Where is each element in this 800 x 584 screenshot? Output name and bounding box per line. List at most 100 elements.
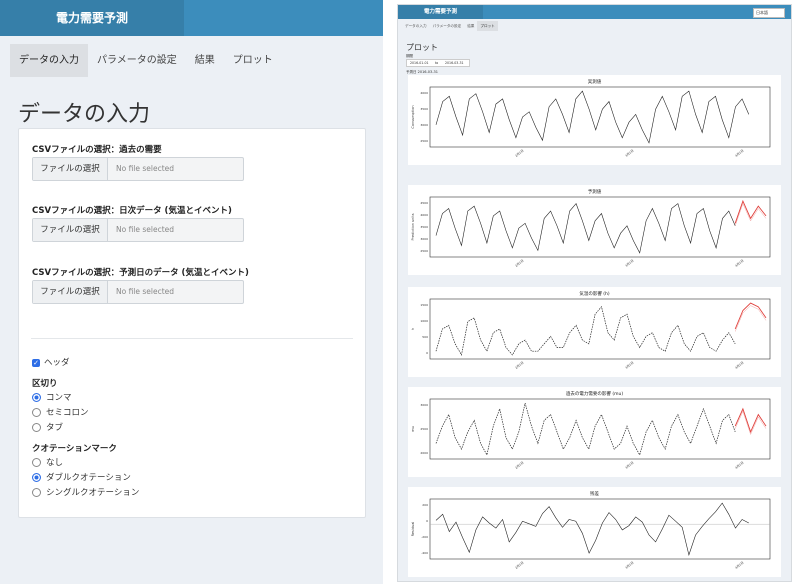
chart-panel: 過去の電力需要の影響 (mu) mu 3000 2500 2000 2月1日 3月1日 4月1… [408, 387, 781, 477]
x-tick-label: 2月1日 [514, 461, 524, 470]
y-tick-label: 4500 [420, 201, 428, 205]
separator-label: 区切り [32, 379, 58, 389]
x-tick-label: 2月1日 [514, 361, 524, 370]
chart-panel: 気温の影響 (h) h 1500 1000 500 0 2月1日 3月1日 4月1日 [408, 287, 781, 377]
x-tick-label: 3月1日 [624, 149, 634, 158]
file-input-past-demand[interactable]: ファイルの選択 No file selected [32, 157, 244, 181]
y-tick-label: 3500 [420, 225, 428, 229]
y-tick-label: 4000 [420, 213, 428, 217]
axis-ylabel: h [411, 328, 415, 330]
chart-svg: 過去の電力需要の影響 (mu) mu 3000 2500 2000 2月1日 3月1日 4月1… [411, 390, 771, 470]
file-status: No file selected [116, 287, 175, 296]
y-tick-label: 1000 [420, 319, 428, 323]
chart-panel: 予測値 Prediction units 4500 4000 3500 3000 2500 2… [408, 185, 781, 275]
y-tick-label: -400 [421, 551, 428, 555]
chart-title: 過去の電力需要の影響 (mu) [566, 390, 623, 397]
tab-data-input[interactable]: データの入力 [10, 44, 88, 77]
file-label-forecast-day: CSVファイルの選択：予測日のデータ (気温とイベント) [32, 268, 249, 278]
radio-quote-double[interactable]: ダブルクオテーション [32, 472, 131, 484]
radio-icon[interactable] [32, 408, 41, 417]
header-checkbox-label: ヘッダ [44, 358, 70, 368]
file-label-past-demand: CSVファイルの選択：過去の需要 [32, 145, 162, 155]
date-range-input[interactable]: 2016-01-01 to 2016-03-31 [406, 59, 470, 67]
y-tick-label: 2000 [420, 451, 428, 455]
y-tick-label: 0 [426, 351, 428, 355]
axis-ylabel: mu [411, 426, 415, 432]
y-tick-label: 1500 [420, 303, 428, 307]
tab-parameters[interactable]: パラメータの設定 [88, 44, 186, 77]
app-window-data-input: 電力需要予測 データの入力 パラメータの設定 結果 プロット データの入力 CS… [0, 0, 383, 584]
x-tick-label: 3月1日 [624, 259, 634, 268]
radio-quote-none[interactable]: なし [32, 457, 63, 469]
file-status: No file selected [116, 164, 175, 173]
radio-label: コンマ [46, 393, 72, 403]
app-header: 電力需要予測 [0, 0, 383, 36]
tab-plot[interactable]: プロット [477, 21, 498, 31]
y-tick-label: -200 [421, 535, 428, 539]
radio-icon[interactable] [32, 423, 41, 432]
radio-label: シングルクオテーション [46, 488, 140, 498]
radio-separator-semicolon[interactable]: セミコロン [32, 407, 89, 419]
x-tick-label: 3月1日 [624, 461, 634, 470]
y-tick-label: 500 [422, 335, 428, 339]
radio-icon[interactable] [32, 458, 41, 467]
y-tick-label: 4000 [420, 91, 428, 95]
chart-panel: 残差 Residual 200 0 -200 -400 2月1日 3月1日 4月1日 [408, 487, 781, 577]
app-header: 電力需要予測 日本語 [398, 5, 791, 19]
app-window-plot: 電力需要予測 日本語 データの入力 パラメータの設定 結果 プロット プロット … [397, 4, 792, 582]
tab-parameters[interactable]: パラメータの設定 [430, 21, 465, 31]
y-tick-label: 2500 [420, 139, 428, 143]
radio-icon[interactable] [32, 488, 41, 497]
radio-selected-icon[interactable] [32, 393, 41, 402]
plot-frame [429, 398, 771, 460]
file-select-button[interactable]: ファイルの選択 [33, 158, 108, 180]
y-tick-label: 2500 [420, 249, 428, 253]
app-title: 電力需要予測 [0, 0, 184, 36]
header-checkbox[interactable]: ✓ ヘッダ [32, 357, 70, 369]
radio-quote-single[interactable]: シングルクオテーション [32, 487, 139, 499]
radio-separator-tab[interactable]: タブ [32, 422, 63, 434]
date-from[interactable]: 2016-01-01 [410, 60, 429, 66]
checkbox-checked-icon[interactable]: ✓ [32, 358, 40, 367]
y-tick-label: 2500 [420, 427, 428, 431]
x-tick-label: 3月1日 [624, 361, 634, 370]
x-tick-label: 3月1日 [624, 561, 634, 570]
tab-bar: データの入力 パラメータの設定 結果 プロット [10, 44, 373, 77]
app-title: 電力需要予測 [398, 5, 483, 19]
x-tick-label: 4月1日 [734, 149, 744, 158]
y-tick-label: 200 [422, 503, 428, 507]
tab-plot[interactable]: プロット [224, 44, 282, 77]
radio-separator-comma[interactable]: コンマ [32, 392, 72, 404]
radio-label: セミコロン [46, 408, 89, 418]
axis-ylabel: Consumption [411, 105, 415, 128]
file-input-forecast-day[interactable]: ファイルの選択 No file selected [32, 280, 244, 304]
chart-svg: 気温の影響 (h) h 1500 1000 500 0 2月1日 3月1日 4月1日 [411, 290, 771, 370]
language-select[interactable]: 日本語 [753, 8, 785, 18]
tab-bar: データの入力 パラメータの設定 結果 プロット [402, 21, 498, 31]
x-tick-label: 4月1日 [734, 361, 744, 370]
date-to[interactable]: 2016-03-31 [445, 60, 464, 66]
tab-data-input[interactable]: データの入力 [402, 21, 430, 31]
axis-ylabel: Residual [411, 522, 415, 537]
y-tick-label: 3000 [420, 123, 428, 127]
y-tick-label: 3500 [420, 107, 428, 111]
file-select-button[interactable]: ファイルの選択 [33, 281, 108, 303]
chart-svg: 残差 Residual 200 0 -200 -400 2月1日 3月1日 4月1日 [411, 490, 771, 570]
file-input-daily-data[interactable]: ファイルの選択 No file selected [32, 218, 244, 242]
x-tick-label: 4月1日 [734, 461, 744, 470]
radio-label: ダブルクオテーション [46, 473, 131, 483]
chart-panel: 実測値 Consumption 4000 3500 3000 2500 2月1日 3月1日 4月… [408, 75, 781, 165]
file-label-daily-data: CSVファイルの選択：日次データ (気温とイベント) [32, 206, 232, 216]
chart-title: 予測値 [588, 188, 602, 195]
divider [31, 338, 353, 339]
tab-results[interactable]: 結果 [464, 21, 477, 31]
page-title: プロット [406, 43, 438, 52]
file-status: No file selected [116, 225, 175, 234]
tab-results[interactable]: 結果 [186, 44, 224, 77]
page-title: データの入力 [18, 102, 151, 127]
x-tick-label: 2月1日 [514, 259, 524, 268]
radio-selected-icon[interactable] [32, 473, 41, 482]
file-select-button[interactable]: ファイルの選択 [33, 219, 108, 241]
y-tick-label: 0 [426, 519, 428, 523]
chart-svg: 実測値 Consumption 4000 3500 3000 2500 2月1日 3月1日 4月… [411, 78, 771, 158]
